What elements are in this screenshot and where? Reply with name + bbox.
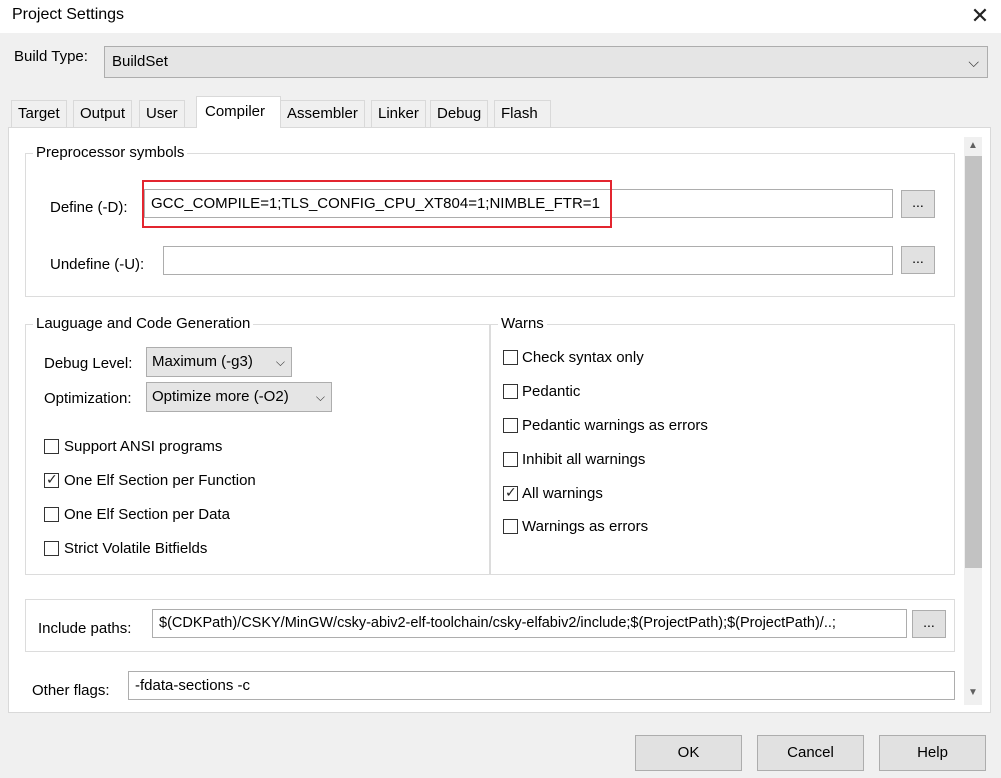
checkbox-label: One Elf Section per Data <box>64 506 230 523</box>
tab-assembler[interactable]: Assembler <box>280 100 365 127</box>
optimization-select[interactable]: Optimize more (-O2) ⌵ <box>146 382 332 412</box>
build-type-select[interactable]: BuildSet ⌵ <box>104 46 988 78</box>
include-browse-button[interactable]: ... <box>912 610 946 638</box>
debug-level-select[interactable]: Maximum (-g3) ⌵ <box>146 347 292 377</box>
language-title: Lauguage and Code Generation <box>33 315 254 332</box>
other-flags-label: Other flags: <box>32 682 110 699</box>
define-label: Define (-D): <box>50 199 128 216</box>
chevron-down-icon: ⌵ <box>275 355 285 369</box>
highlight-box <box>142 180 612 228</box>
include-paths-input[interactable]: $(CDKPath)/CSKY/MinGW/csky-abiv2-elf-too… <box>152 609 907 638</box>
checkbox-pedantic-errors[interactable] <box>503 418 518 433</box>
other-flags-input[interactable]: -fdata-sections -c <box>128 671 955 700</box>
checkbox-label: Strict Volatile Bitfields <box>64 540 208 557</box>
checkbox-elf-section-function[interactable] <box>44 471 59 488</box>
checkbox-label: Warnings as errors <box>522 518 649 535</box>
debug-level-label: Debug Level: <box>44 355 133 372</box>
scroll-down-icon[interactable]: ▼ <box>964 684 982 702</box>
define-browse-button[interactable]: ... <box>901 190 935 218</box>
build-type-label: Build Type: <box>14 48 88 65</box>
checkbox-all-warnings[interactable] <box>503 484 518 501</box>
checkbox-label: Support ANSI programs <box>64 438 223 455</box>
cancel-button[interactable]: Cancel <box>757 735 864 771</box>
tab-user[interactable]: User <box>139 100 185 127</box>
include-paths-label: Include paths: <box>38 620 132 637</box>
ok-button[interactable]: OK <box>635 735 742 771</box>
checkbox-check-syntax[interactable] <box>503 350 518 365</box>
checkbox-label: Inhibit all warnings <box>522 451 646 468</box>
checkbox-label: Pedantic <box>522 383 581 400</box>
title-bar <box>0 0 1001 33</box>
tab-output[interactable]: Output <box>73 100 133 127</box>
optimization-value: Optimize more (-O2) <box>152 388 289 405</box>
checkbox-warnings-as-errors[interactable] <box>503 519 518 534</box>
help-button[interactable]: Help <box>879 735 986 771</box>
checkbox-inhibit-warnings[interactable] <box>503 452 518 467</box>
tab-target[interactable]: Target <box>11 100 67 127</box>
tab-linker[interactable]: Linker <box>371 100 426 127</box>
tab-compiler[interactable]: Compiler <box>196 96 281 128</box>
preprocessor-title: Preprocessor symbols <box>33 144 188 161</box>
chevron-down-icon: ⌵ <box>315 390 325 404</box>
warns-title: Warns <box>498 315 547 332</box>
undefine-input[interactable] <box>163 246 893 275</box>
checkbox-elf-section-data[interactable] <box>44 507 59 522</box>
checkbox-label: Pedantic warnings as errors <box>522 417 708 434</box>
scroll-up-icon[interactable]: ▲ <box>964 137 982 155</box>
checkbox-label: One Elf Section per Function <box>64 472 256 489</box>
window-title: Project Settings <box>12 6 125 23</box>
undefine-browse-button[interactable]: ... <box>901 246 935 274</box>
checkbox-label: Check syntax only <box>522 349 644 366</box>
debug-level-value: Maximum (-g3) <box>152 353 253 370</box>
undefine-label: Undefine (-U): <box>50 256 145 273</box>
build-type-value: BuildSet <box>112 53 168 70</box>
chevron-down-icon: ⌵ <box>968 54 979 70</box>
close-icon[interactable]: ✕ <box>966 2 994 30</box>
checkbox-pedantic[interactable] <box>503 384 518 399</box>
optimization-label: Optimization: <box>44 390 132 407</box>
scrollbar-thumb[interactable] <box>965 156 982 568</box>
checkbox-support-ansi[interactable] <box>44 439 59 454</box>
checkbox-label: All warnings <box>522 485 603 502</box>
tab-flash[interactable]: Flash <box>494 100 551 127</box>
checkbox-strict-volatile[interactable] <box>44 541 59 556</box>
tab-debug[interactable]: Debug <box>430 100 489 127</box>
